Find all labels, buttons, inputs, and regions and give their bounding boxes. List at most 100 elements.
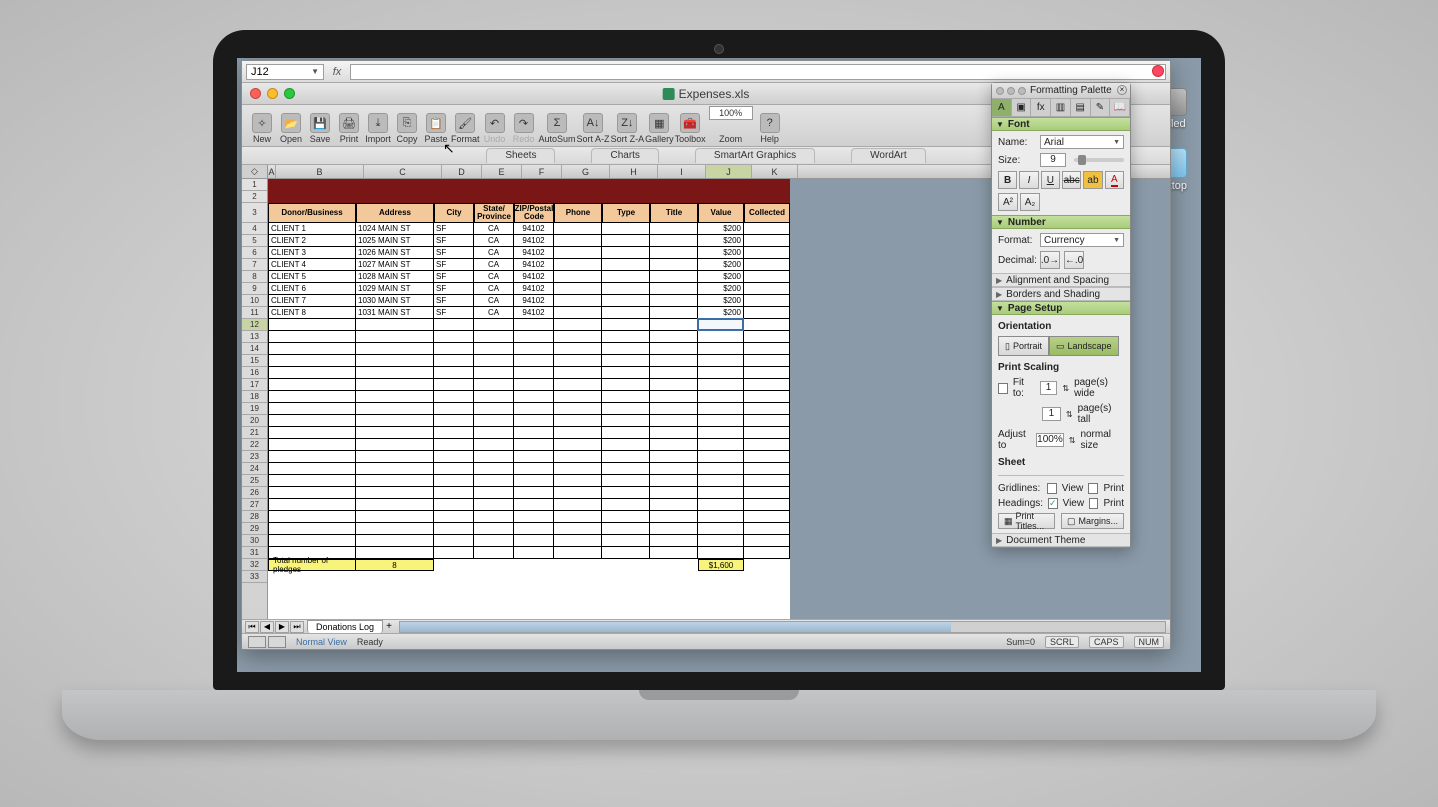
cell-collected[interactable] xyxy=(744,259,790,271)
toolbar-help-button[interactable]: ?Help xyxy=(756,106,784,144)
row-header-20[interactable]: 20 xyxy=(242,415,267,427)
table-header-type[interactable]: Type xyxy=(602,203,650,223)
traffic-close-icon[interactable] xyxy=(250,88,261,99)
cell-zip[interactable]: 94102 xyxy=(514,283,554,295)
bold-button[interactable]: B xyxy=(998,171,1017,189)
row-header-2[interactable]: 2 xyxy=(242,191,267,203)
cell-donor[interactable]: CLIENT 3 xyxy=(268,247,356,259)
cell-donor[interactable]: CLIENT 7 xyxy=(268,295,356,307)
cell-type[interactable] xyxy=(602,223,650,235)
row-header-6[interactable]: 6 xyxy=(242,247,267,259)
fit-to-checkbox[interactable] xyxy=(998,383,1008,394)
table-row[interactable]: CLIENT 41027 MAIN STSFCA94102$200 xyxy=(268,259,796,271)
normal-view-icon[interactable] xyxy=(248,636,266,648)
font-color-button[interactable]: A xyxy=(1105,171,1124,189)
next-sheet-icon[interactable]: ▶ xyxy=(275,621,289,633)
cell-phone[interactable] xyxy=(554,235,602,247)
toolbar-redo-button[interactable]: ↷Redo xyxy=(510,106,538,144)
print-titles-button[interactable]: ▦Print Titles... xyxy=(998,513,1055,529)
row-header-27[interactable]: 27 xyxy=(242,499,267,511)
cell-donor[interactable]: CLIENT 8 xyxy=(268,307,356,319)
cell-city[interactable]: SF xyxy=(434,247,474,259)
table-row[interactable] xyxy=(268,523,796,535)
table-header-donor-business[interactable]: Donor/Business xyxy=(268,203,356,223)
cell-donor[interactable]: CLIENT 4 xyxy=(268,259,356,271)
formula-input[interactable] xyxy=(350,64,1166,80)
row-header-4[interactable]: 4 xyxy=(242,223,267,235)
table-row[interactable] xyxy=(268,403,796,415)
section-borders[interactable]: ▶Borders and Shading xyxy=(992,287,1130,301)
section-alignment[interactable]: ▶Alignment and Spacing xyxy=(992,273,1130,287)
fx-icon[interactable]: fx xyxy=(328,66,346,78)
number-format-combo[interactable]: Currency▼ xyxy=(1040,233,1124,247)
increase-decimal-button[interactable]: .0→ xyxy=(1040,251,1060,269)
toolbar-toolbox-button[interactable]: 🧰Toolbox xyxy=(675,106,706,144)
cell-phone[interactable] xyxy=(554,295,602,307)
section-page-setup[interactable]: ▼Page Setup xyxy=(992,301,1130,315)
sheet-tab-donations[interactable]: Donations Log xyxy=(307,620,383,633)
cell-title[interactable] xyxy=(650,271,698,283)
table-row[interactable]: CLIENT 71030 MAIN STSFCA94102$200 xyxy=(268,295,796,307)
cell-state[interactable]: CA xyxy=(474,247,514,259)
cell-city[interactable]: SF xyxy=(434,259,474,271)
cell-state[interactable]: CA xyxy=(474,307,514,319)
table-row[interactable]: CLIENT 61029 MAIN STSFCA94102$200 xyxy=(268,283,796,295)
ribbon-tab-wordart[interactable]: WordArt xyxy=(851,148,926,163)
subscript-button[interactable]: A₂ xyxy=(1020,193,1040,211)
cell-addr[interactable]: 1025 MAIN ST xyxy=(356,235,434,247)
table-row[interactable] xyxy=(268,487,796,499)
fit-height-input[interactable]: 1 xyxy=(1042,407,1061,421)
cell-zip[interactable]: 94102 xyxy=(514,235,554,247)
table-header-state-province[interactable]: State/ Province xyxy=(474,203,514,223)
col-header-H[interactable]: H xyxy=(610,165,658,178)
table-row[interactable] xyxy=(268,427,796,439)
cell-type[interactable] xyxy=(602,247,650,259)
table-row[interactable] xyxy=(268,535,796,547)
row-header-30[interactable]: 30 xyxy=(242,535,267,547)
font-size-input[interactable]: 9 xyxy=(1040,153,1066,167)
cell-zip[interactable]: 94102 xyxy=(514,307,554,319)
cell-addr[interactable]: 1031 MAIN ST xyxy=(356,307,434,319)
cell-zip[interactable]: 94102 xyxy=(514,259,554,271)
cell-addr[interactable]: 1029 MAIN ST xyxy=(356,283,434,295)
cell-collected[interactable] xyxy=(744,223,790,235)
toolbar-copy-button[interactable]: ⎘Copy xyxy=(393,106,421,144)
cell-title[interactable] xyxy=(650,223,698,235)
headings-print-checkbox[interactable] xyxy=(1089,498,1098,509)
headings-view-checkbox[interactable]: ✓ xyxy=(1048,498,1058,509)
cell-addr[interactable]: 1027 MAIN ST xyxy=(356,259,434,271)
portrait-button[interactable]: ▯Portrait xyxy=(998,336,1049,356)
cell-title[interactable] xyxy=(650,307,698,319)
cell-city[interactable]: SF xyxy=(434,307,474,319)
strikethrough-button[interactable]: abc xyxy=(1062,171,1081,189)
toolbar-new-button[interactable]: ✧New xyxy=(248,106,276,144)
col-header-K[interactable]: K xyxy=(752,165,798,178)
table-header-phone[interactable]: Phone xyxy=(554,203,602,223)
cell-addr[interactable]: 1030 MAIN ST xyxy=(356,295,434,307)
cell-zip[interactable]: 94102 xyxy=(514,247,554,259)
cell-collected[interactable] xyxy=(744,295,790,307)
table-row[interactable] xyxy=(268,463,796,475)
decrease-decimal-button[interactable]: ←.0 xyxy=(1064,251,1084,269)
toolbar-format-button[interactable]: 🖌Format xyxy=(451,106,480,144)
cell-value[interactable]: $200 xyxy=(698,259,744,271)
cell-title[interactable] xyxy=(650,259,698,271)
cell-value[interactable]: $200 xyxy=(698,271,744,283)
toolbar-open-button[interactable]: 📂Open xyxy=(277,106,305,144)
table-row[interactable] xyxy=(268,451,796,463)
font-name-combo[interactable]: Arial▼ xyxy=(1040,135,1124,149)
table-row[interactable] xyxy=(268,331,796,343)
cell-state[interactable]: CA xyxy=(474,223,514,235)
palette-tab-object-icon[interactable]: ▣ xyxy=(1012,99,1032,116)
section-number[interactable]: ▼Number xyxy=(992,215,1130,229)
cell-collected[interactable] xyxy=(744,271,790,283)
table-row[interactable] xyxy=(268,475,796,487)
section-font[interactable]: ▼Font xyxy=(992,117,1130,131)
cell-type[interactable] xyxy=(602,307,650,319)
toolbar-import-button[interactable]: ⤓Import xyxy=(364,106,392,144)
traffic-zoom-icon[interactable] xyxy=(284,88,295,99)
table-row[interactable] xyxy=(268,379,796,391)
cell-type[interactable] xyxy=(602,283,650,295)
table-row[interactable] xyxy=(268,355,796,367)
cell-value[interactable]: $200 xyxy=(698,223,744,235)
